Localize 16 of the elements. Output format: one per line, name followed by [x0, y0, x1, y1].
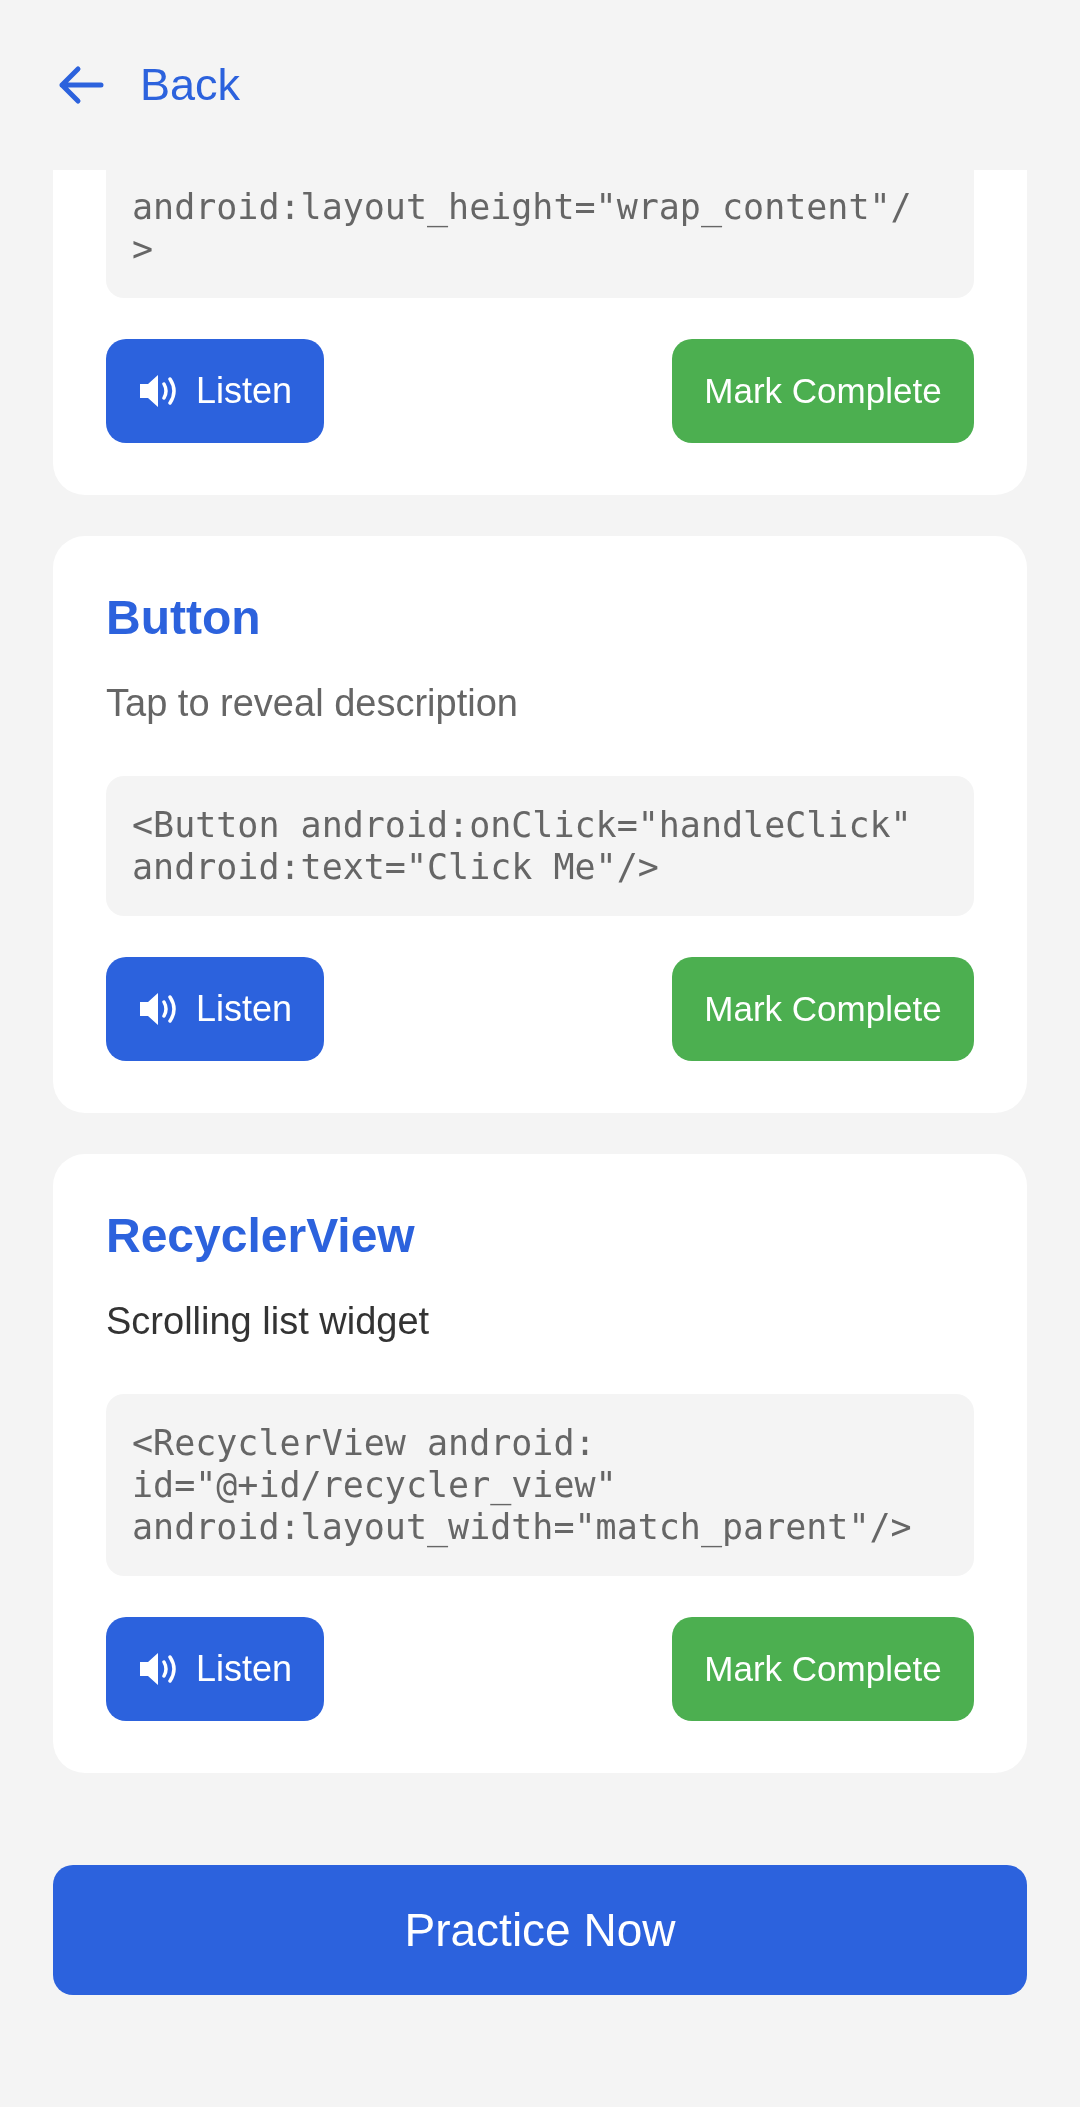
code-snippet: android:layout_height="wrap_content"/ >	[106, 170, 974, 298]
card-title: Button	[106, 590, 262, 646]
mark-complete-button[interactable]: Mark Complete	[672, 957, 974, 1061]
code-snippet: <Button android:onClick="handleClick" android:text="Click Me"/>	[106, 776, 974, 916]
practice-now-button[interactable]: Practice Now	[53, 1865, 1027, 1995]
card-description[interactable]: Scrolling list widget	[106, 1298, 974, 1344]
mark-complete-button[interactable]: Mark Complete	[672, 339, 974, 443]
back-arrow-icon	[58, 65, 104, 105]
listen-button[interactable]: Listen	[106, 957, 324, 1061]
back-button[interactable]: Back	[58, 59, 241, 111]
card-title: RecyclerView	[106, 1208, 416, 1264]
mark-complete-button[interactable]: Mark Complete	[672, 1617, 974, 1721]
listen-button[interactable]: Listen	[106, 1617, 324, 1721]
listen-button[interactable]: Listen	[106, 339, 324, 443]
code-snippet: <RecyclerView android: id="@+id/recycler_view" android:layout_width="match_parent"/>	[106, 1394, 974, 1576]
card-description[interactable]: Tap to reveal description	[106, 680, 974, 726]
